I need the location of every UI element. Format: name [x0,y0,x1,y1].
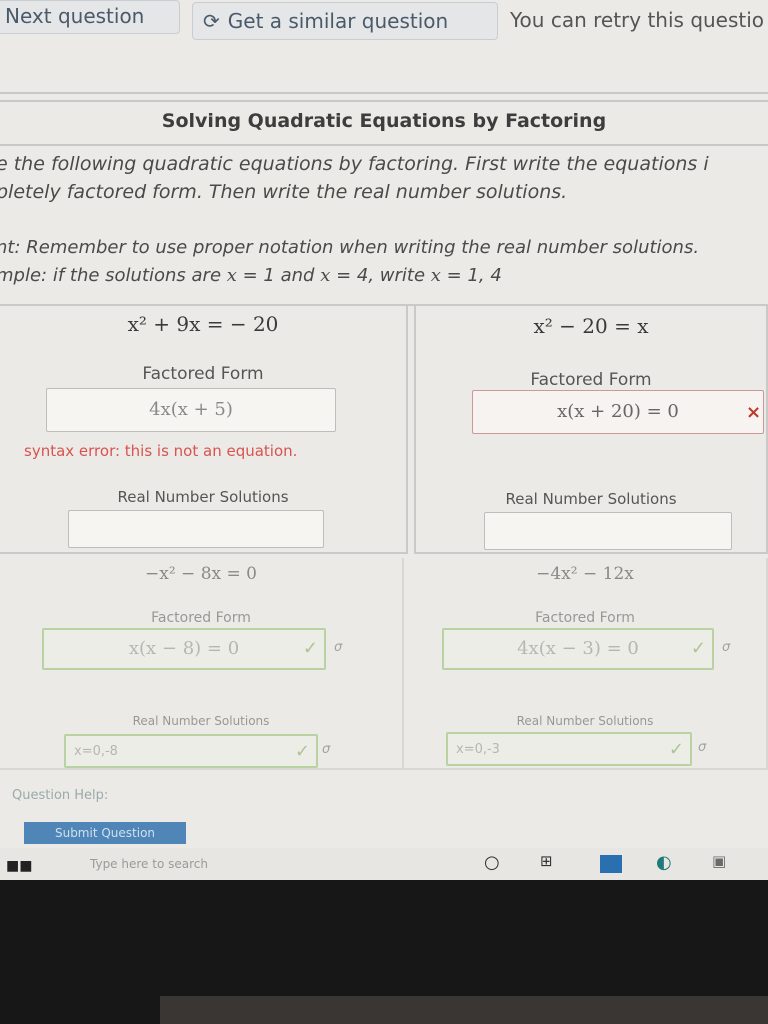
sigma-icon[interactable]: σ [322,742,330,757]
problem-card-1: x² + 9x = − 20 Factored Form 4x(x + 5) s… [0,306,408,554]
hint-var: x [430,265,441,286]
syntax-error-message: syntax error: this is not an equation. [24,442,298,460]
problem-equation: −x² − 8x = 0 [145,564,257,584]
sigma-icon[interactable]: σ [698,740,706,755]
solutions-label: Real Number Solutions [117,488,289,506]
problem-equation: x² − 20 = x [533,314,649,338]
problem-card-2: x² − 20 = x Factored Form x(x + 20) = 0 … [414,306,768,554]
divider [0,92,768,94]
sigma-icon[interactable]: σ [334,640,342,655]
top-toolbar: Next question ⟳ Get a similar question Yo… [0,0,768,46]
solutions-label: Real Number Solutions [516,714,654,728]
problem-card-4: −4x² − 12x Factored Form 4x(x − 3) = 0 ✓… [404,558,768,770]
sigma-icon[interactable]: σ [722,640,730,655]
hint-line-2: mple: if the solutions are x = 1 and x =… [0,262,768,290]
solutions-label: Real Number Solutions [132,714,270,728]
divider [0,144,768,146]
hint-var: x [226,265,237,286]
factored-form-label: Factored Form [535,610,635,626]
edge-icon[interactable]: ◐ [656,852,672,873]
similar-question-button[interactable]: ⟳ Get a similar question [192,2,498,40]
check-icon: ✓ [302,638,318,659]
taskbar: ■■ Type here to search ○ ⊞ ◐ ▣ [0,848,768,880]
problem-equation: −4x² − 12x [536,564,634,584]
problem-grid: x² + 9x = − 20 Factored Form 4x(x + 5) s… [0,304,768,770]
problem-equation: x² + 9x = − 20 [127,312,279,336]
x-icon: × [746,402,762,423]
check-icon: ✓ [668,739,684,760]
page-title: Solving Quadratic Equations by Factoring [161,110,607,132]
notation-hint: nt: Remember to use proper notation when… [0,234,768,290]
factored-form-input[interactable]: x(x − 8) = 0 ✓ [42,628,326,670]
instructions: e the following quadratic equations by f… [0,150,768,206]
hint-var: x [320,265,331,286]
question-help[interactable]: Question Help: [12,788,108,803]
problem-card-3: −x² − 8x = 0 Factored Form x(x − 8) = 0 … [0,558,404,770]
windows-start-icon[interactable]: ■■ [6,858,32,874]
factored-form-value: 4x(x − 3) = 0 [517,638,639,659]
solutions-input[interactable]: x=0,-8 ✓ [64,734,318,768]
instructions-line-2: pletely factored form. Then write the re… [0,181,568,203]
factored-form-label: Factored Form [151,610,251,626]
hint-text: = 4, write [330,265,431,286]
factored-form-input[interactable]: 4x(x − 3) = 0 ✓ [442,628,714,670]
check-icon: ✓ [294,741,310,762]
factored-form-input[interactable]: x(x + 20) = 0 [472,390,764,434]
hint-text: mple: if the solutions are [0,265,227,286]
factored-form-input[interactable]: 4x(x + 5) [46,388,336,432]
similar-question-label: Get a similar question [227,9,449,33]
factored-form-value: x(x − 8) = 0 [128,638,240,659]
desk-edge [160,996,768,1024]
check-icon: ✓ [690,638,706,659]
folder-icon[interactable]: ▣ [712,852,726,870]
submit-question-button[interactable]: Submit Question [24,822,186,844]
solutions-input[interactable] [68,510,324,548]
store-icon[interactable] [600,855,622,873]
solutions-input[interactable] [484,512,732,550]
factored-form-label: Factored Form [530,370,652,390]
refresh-icon: ⟳ [203,9,220,33]
hint-text: = 1 and [236,265,321,286]
hint-line-1: nt: Remember to use proper notation when… [0,237,700,258]
hint-text: = 1, 4 [440,265,502,286]
screen: Next question ⟳ Get a similar question Yo… [0,0,768,880]
next-question-button[interactable]: Next question [0,0,180,34]
factored-form-label: Factored Form [142,364,264,384]
solutions-value: x=0,-8 [74,744,118,759]
solutions-input[interactable]: x=0,-3 ✓ [446,732,692,766]
taskbar-search[interactable]: Type here to search [40,852,420,876]
divider [0,100,768,102]
solutions-value: x=0,-3 [456,742,500,757]
solutions-label: Real Number Solutions [505,490,677,508]
cortana-icon[interactable]: ○ [484,852,500,873]
instructions-line-1: e the following quadratic equations by f… [0,153,709,175]
task-view-icon[interactable]: ⊞ [540,852,553,870]
retry-notice: You can retry this questio [510,8,765,32]
